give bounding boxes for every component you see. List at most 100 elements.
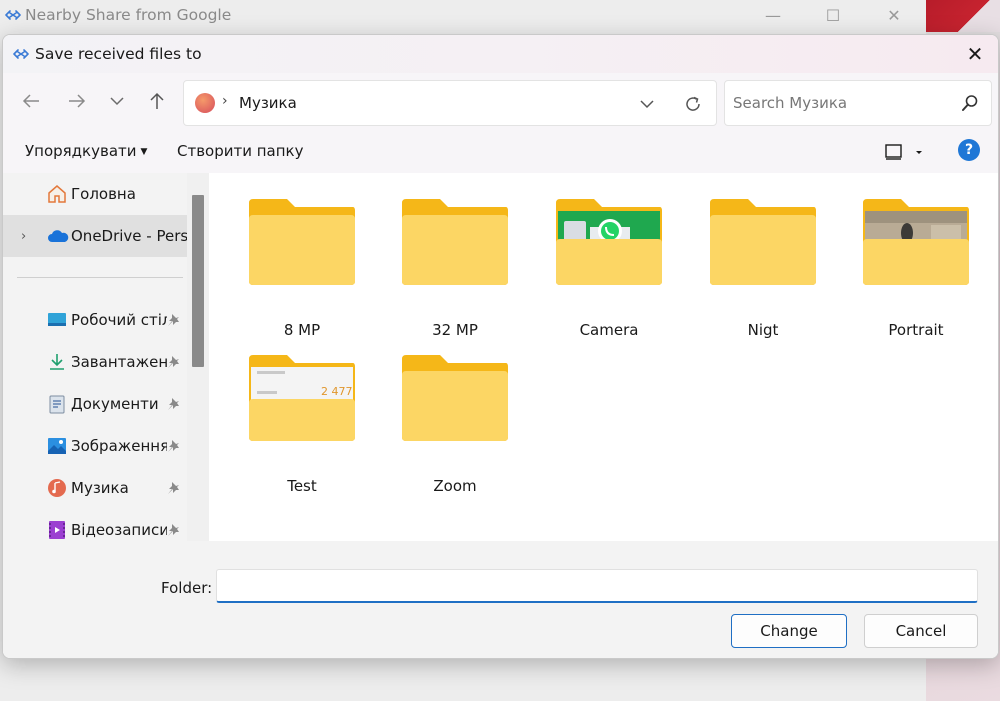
forward-button[interactable] xyxy=(63,87,91,115)
nav-item-label: OneDrive - Perso xyxy=(71,227,187,245)
chevron-down-icon xyxy=(640,100,654,109)
view-pane-icon xyxy=(885,144,922,160)
cloud-icon xyxy=(48,230,69,242)
organize-label: Упорядкувати xyxy=(25,142,137,160)
videos-icon xyxy=(49,521,65,539)
command-bar: Упорядкувати ▼ Створити папку ? xyxy=(3,131,998,173)
cancel-button[interactable]: Cancel xyxy=(864,614,978,648)
chevron-right-icon[interactable]: › xyxy=(21,229,26,244)
folder-item[interactable]: Camera xyxy=(544,197,674,347)
music-icon xyxy=(48,479,66,497)
nav-item-label: Документи xyxy=(71,395,159,413)
folder-icon xyxy=(249,199,355,285)
documents-icon xyxy=(49,395,65,414)
search-icon[interactable] xyxy=(961,94,979,112)
nav-item-videos[interactable]: Відеозаписи xyxy=(3,509,187,541)
nav-item-documents[interactable]: Документи xyxy=(3,383,187,425)
search-box[interactable] xyxy=(724,80,992,126)
folder-icon xyxy=(710,199,816,285)
nav-item-label: Зображення xyxy=(71,437,167,455)
nearby-share-icon xyxy=(5,10,21,20)
search-input[interactable] xyxy=(733,91,953,115)
breadcrumb-separator-icon[interactable]: › xyxy=(222,93,228,109)
folder-item[interactable]: 32 MP xyxy=(390,197,520,347)
nav-item-label: Головна xyxy=(71,185,136,203)
nav-item-label: Завантаження xyxy=(71,353,167,371)
home-icon xyxy=(48,185,66,203)
refresh-icon xyxy=(686,96,700,111)
desktop-background-accent xyxy=(926,0,1000,32)
nearby-share-icon xyxy=(13,49,29,59)
folder-label: 32 MP xyxy=(432,321,478,339)
chevron-down-icon xyxy=(110,97,124,106)
up-button[interactable] xyxy=(143,87,171,115)
nav-item-desktop[interactable]: Робочий стіл xyxy=(3,299,187,341)
nav-item-music[interactable]: Музика xyxy=(3,467,187,509)
address-history-button[interactable] xyxy=(634,91,660,117)
folder-item[interactable]: Zoom xyxy=(390,353,520,503)
parent-close-button[interactable]: ✕ xyxy=(879,3,909,27)
arrow-left-icon xyxy=(22,94,39,108)
organize-button[interactable]: Упорядкувати ▼ xyxy=(25,142,147,160)
folder-input[interactable] xyxy=(216,569,978,603)
view-options-button[interactable] xyxy=(883,140,925,164)
folder-label: Nigt xyxy=(747,321,779,339)
arrow-up-icon xyxy=(150,92,164,109)
parent-window-title: Nearby Share from Google xyxy=(25,6,232,24)
folder-label: Camera xyxy=(579,321,639,339)
folder-icon xyxy=(402,355,508,441)
recent-locations-button[interactable] xyxy=(103,87,131,115)
dialog-titlebar: Save received files to ✕ xyxy=(3,35,998,73)
maximize-button[interactable]: ☐ xyxy=(818,3,848,27)
nav-divider xyxy=(17,277,183,278)
new-folder-button[interactable]: Створити папку xyxy=(177,142,304,160)
preview-score: 2 477 xyxy=(321,385,353,398)
parent-titlebar: Nearby Share from Google — ☐ ✕ xyxy=(0,0,926,32)
pin-icon[interactable] xyxy=(167,523,181,537)
folder-item[interactable]: Nigt xyxy=(698,197,828,347)
navigation-pane: Головна › OneDrive - Perso Робочий стіл … xyxy=(3,173,209,541)
folder-label: Test xyxy=(287,477,317,495)
folder-item[interactable]: 2 477 Test xyxy=(237,353,367,503)
nav-scrollbar-thumb[interactable] xyxy=(192,195,204,367)
save-dialog: Save received files to ✕ › Музика Search… xyxy=(2,34,999,659)
nav-item-downloads[interactable]: Завантаження xyxy=(3,341,187,383)
pin-icon[interactable] xyxy=(167,481,181,495)
pin-icon[interactable] xyxy=(167,439,181,453)
navigation-bar: › Музика xyxy=(3,73,998,131)
folder-field-label: Folder: xyxy=(161,579,213,597)
nav-item-label: Відеозаписи xyxy=(71,521,167,539)
music-icon xyxy=(195,93,215,113)
pin-icon[interactable] xyxy=(167,355,181,369)
nav-item-onedrive[interactable]: › OneDrive - Perso xyxy=(3,215,187,257)
caret-down-icon: ▼ xyxy=(140,147,148,157)
dialog-title: Save received files to xyxy=(35,45,202,63)
desktop-icon xyxy=(48,313,66,326)
folder-label: Portrait xyxy=(888,321,944,339)
folder-label: Zoom xyxy=(433,477,477,495)
dialog-footer: Folder: Change Cancel xyxy=(3,541,998,658)
nav-item-home[interactable]: Головна xyxy=(3,173,187,215)
pin-icon[interactable] xyxy=(167,397,181,411)
breadcrumb-current[interactable]: Музика xyxy=(239,94,297,112)
address-bar[interactable]: › Музика xyxy=(183,80,717,126)
minimize-button[interactable]: — xyxy=(758,3,788,27)
help-icon: ? xyxy=(964,142,974,158)
arrow-right-icon xyxy=(69,94,86,108)
dialog-close-button[interactable]: ✕ xyxy=(962,41,988,67)
refresh-button[interactable] xyxy=(680,91,706,117)
pin-icon[interactable] xyxy=(167,313,181,327)
change-button[interactable]: Change xyxy=(731,614,847,648)
download-icon xyxy=(50,354,64,370)
close-icon: ✕ xyxy=(966,42,984,66)
file-list: 8 MP 32 MP Camera Nigt Portrait 2 477 Te… xyxy=(209,173,998,541)
back-button[interactable] xyxy=(17,87,45,115)
folder-icon: 2 477 xyxy=(249,355,355,441)
folder-item[interactable]: Portrait xyxy=(851,197,981,347)
pictures-icon xyxy=(48,438,66,454)
folder-icon xyxy=(863,199,969,285)
help-button[interactable]: ? xyxy=(958,139,980,161)
folder-item[interactable]: 8 MP xyxy=(237,197,367,347)
nav-item-pictures[interactable]: Зображення xyxy=(3,425,187,467)
nav-item-label: Музика xyxy=(71,479,129,497)
